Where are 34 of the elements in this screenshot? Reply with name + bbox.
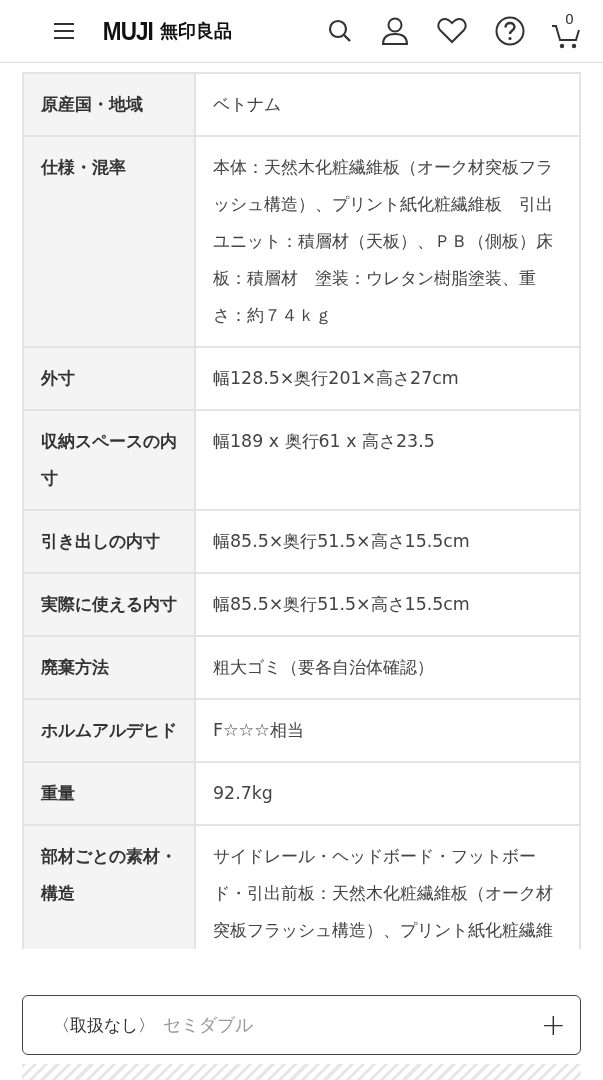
- spec-value: サイドレール・ヘッドボード・フットボード・引出前板：天然木化粧繊維板（オーク材突板フラッシュ構造）、プリント紙化粧繊維: [195, 825, 580, 949]
- cart-button[interactable]: 0: [551, 12, 581, 50]
- heart-icon[interactable]: [437, 18, 467, 44]
- spec-label: 廃棄方法: [23, 636, 195, 699]
- search-icon[interactable]: [327, 18, 353, 44]
- logo-text[interactable]: 無印良品: [159, 19, 232, 43]
- option-bar[interactable]: 〈取扱なし〉 セミダブル +: [22, 995, 581, 1055]
- spec-label: 収納スペースの内寸: [23, 410, 195, 510]
- menu-icon[interactable]: [54, 23, 74, 39]
- spec-value: ベトナム: [195, 73, 580, 136]
- help-icon[interactable]: [495, 16, 525, 46]
- spec-label: 仕様・混率: [23, 136, 195, 347]
- size-text: セミダブル: [163, 1013, 253, 1037]
- spec-value: 幅189 x 奥行61 x 高さ23.5: [195, 410, 580, 510]
- spec-value: 幅85.5×奥行51.5×高さ15.5cm: [195, 573, 580, 636]
- cart-icon: [551, 22, 581, 50]
- spec-label: ホルムアルデヒド: [23, 699, 195, 762]
- cart-count: 0: [565, 12, 574, 26]
- availability-text: 〈取扱なし〉: [53, 1013, 155, 1037]
- spec-value: F☆☆☆相当: [195, 699, 580, 762]
- spec-label: 実際に使える内寸: [23, 573, 195, 636]
- spec-label: 原産国・地域: [23, 73, 195, 136]
- spec-label: 引き出しの内寸: [23, 510, 195, 573]
- spec-value: 粗大ゴミ（要各自治体確認）: [195, 636, 580, 699]
- spec-value: 本体：天然木化粧繊維板（オーク材突板フラッシュ構造）、プリント紙化粧繊維板 引出ユニット：積層材（天板）、ＰＢ（側板）床板：積層材 塗装：ウレタン樹脂塗装、重さ：約７４ｋｇ: [195, 136, 580, 347]
- logo-text[interactable]: MUJI: [102, 16, 153, 46]
- spec-value: 92.7kg: [195, 762, 580, 825]
- spec-value: 幅85.5×奥行51.5×高さ15.5cm: [195, 510, 580, 573]
- spec-value: 幅128.5×奥行201×高さ27cm: [195, 347, 580, 410]
- user-icon[interactable]: [381, 17, 409, 45]
- expand-button[interactable]: +: [540, 1010, 566, 1040]
- spec-label: 部材ごとの素材・構造: [23, 825, 195, 949]
- spec-label: 重量: [23, 762, 195, 825]
- spec-label: 外寸: [23, 347, 195, 410]
